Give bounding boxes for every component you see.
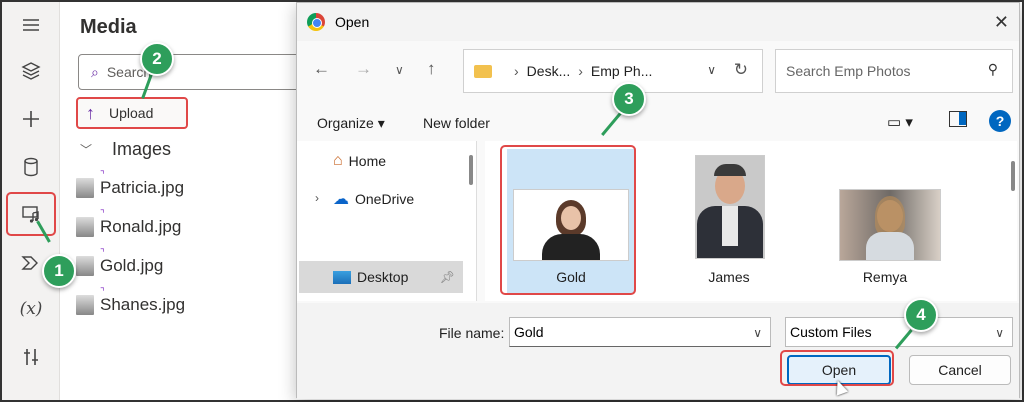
refresh-icon[interactable]: ↻ xyxy=(734,60,748,80)
file-tile-james[interactable]: James xyxy=(665,149,793,293)
help-icon[interactable]: ? xyxy=(989,110,1011,132)
nav-item-label: OneDrive xyxy=(355,191,415,207)
nav-item-desktop[interactable]: Desktop 📌︎ xyxy=(299,261,463,293)
media-file-item[interactable]: ⌝ Patricia.jpg xyxy=(76,170,185,202)
step-badge-2: 2 xyxy=(140,42,174,76)
file-name-value: Gold xyxy=(514,324,544,340)
tools-icon[interactable] xyxy=(16,342,46,372)
breadcrumb-desktop[interactable]: Desk... xyxy=(527,63,571,79)
upload-label: Upload xyxy=(109,105,154,121)
file-name-label: File name: xyxy=(439,325,505,341)
step-badge-1: 1 xyxy=(42,254,76,288)
file-tile-remya[interactable]: Remya xyxy=(821,149,949,293)
step-badge-3: 3 xyxy=(612,82,646,116)
nav-item-label: Home xyxy=(348,153,387,169)
upload-button[interactable]: ↑ Upload xyxy=(76,97,188,129)
new-sparkle-icon: ⌝ xyxy=(100,287,105,298)
file-name: Ronald.jpg xyxy=(100,217,182,236)
file-name-input[interactable]: Gold ∨ xyxy=(509,317,771,347)
file-type-value: Custom Files xyxy=(790,324,872,340)
organize-label: Organize xyxy=(317,115,374,131)
photo-thumbnail xyxy=(695,155,765,259)
breadcrumb-separator-icon: › xyxy=(578,63,583,79)
expand-chevron-icon[interactable]: › xyxy=(315,191,319,205)
chevron-down-icon: ﹀ xyxy=(80,143,93,157)
pin-icon: 📌︎ xyxy=(439,270,455,284)
chevron-down-icon[interactable]: ∨ xyxy=(995,326,1004,340)
step-badge-4: 4 xyxy=(904,298,938,332)
new-sparkle-icon: ⌝ xyxy=(100,170,105,181)
images-section-header[interactable]: ﹀ Images xyxy=(80,139,171,160)
media-pane: Media ⌕ Search ↑ Upload ﹀ Images ⌝ Patri… xyxy=(60,2,308,400)
file-tile-name: James xyxy=(708,269,750,285)
media-title: Media xyxy=(80,16,137,38)
media-file-item[interactable]: ⌝ Ronald.jpg xyxy=(76,209,182,241)
file-thumbnail-icon xyxy=(76,178,94,198)
organize-menu[interactable]: Organize ▾ xyxy=(317,115,385,132)
media-icon-highlight xyxy=(6,192,56,236)
dialog-title: Open xyxy=(335,14,370,30)
dialog-search-placeholder: Search Emp Photos xyxy=(786,63,911,79)
cancel-button[interactable]: Cancel xyxy=(909,355,1011,385)
breadcrumb-separator-icon: › xyxy=(514,63,519,79)
database-icon[interactable] xyxy=(16,152,46,182)
search-icon: ⚲ xyxy=(987,61,998,77)
dialog-toolbar: Organize ▾ New folder ▭ ▾ ? xyxy=(297,107,1019,139)
images-header-label: Images xyxy=(112,139,172,159)
left-rail: (x) xyxy=(2,2,60,400)
media-file-item[interactable]: ⌝ Gold.jpg xyxy=(76,248,164,280)
search-icon: ⌕ xyxy=(91,63,99,80)
photo-thumbnail xyxy=(839,189,941,261)
breadcrumb-emp-photos[interactable]: Emp Ph... xyxy=(591,63,652,79)
chrome-logo-icon xyxy=(307,13,325,31)
file-thumbnail-icon xyxy=(76,256,94,276)
file-thumbnail-icon xyxy=(76,217,94,237)
file-name: Shanes.jpg xyxy=(100,295,186,314)
up-arrow-icon[interactable]: ↑ xyxy=(427,59,436,79)
file-tile-name: Remya xyxy=(862,269,908,285)
upload-arrow-icon: ↑ xyxy=(86,102,95,123)
dialog-titlebar: Open xyxy=(297,3,1019,41)
gold-tile-highlight xyxy=(500,145,636,295)
close-icon[interactable]: ✕ xyxy=(994,12,1009,33)
media-search-input[interactable]: ⌕ Search xyxy=(78,54,308,90)
file-thumbnail-icon xyxy=(76,295,94,315)
navigation-row: ← → ∨ ↑ › Desk... › Emp Ph... ∨ ↻ Search… xyxy=(297,49,1019,93)
layers-icon[interactable] xyxy=(16,56,46,86)
chevron-down-icon[interactable]: ∨ xyxy=(753,326,762,340)
preview-pane-icon[interactable] xyxy=(949,111,967,130)
variables-label: (x) xyxy=(19,299,43,319)
nav-item-label: Desktop xyxy=(357,269,409,285)
home-icon: ⌂ xyxy=(333,152,343,169)
media-file-item[interactable]: ⌝ Shanes.jpg xyxy=(76,287,186,319)
navigation-pane: ⌂ Home › ☁ OneDrive Desktop 📌︎ xyxy=(297,141,477,301)
variables-icon[interactable]: (x) xyxy=(16,294,46,324)
new-folder-button[interactable]: New folder xyxy=(423,115,490,131)
file-list-scrollbar[interactable] xyxy=(1011,161,1015,191)
view-options-icon[interactable]: ▭ ▾ xyxy=(887,113,913,131)
recent-locations-chevron-icon[interactable]: ∨ xyxy=(395,63,404,77)
open-file-dialog: Open ✕ ← → ∨ ↑ › Desk... › Emp Ph... ∨ ↻… xyxy=(296,2,1020,399)
cloud-icon: ☁ xyxy=(333,191,349,208)
file-name: Gold.jpg xyxy=(100,256,164,275)
address-dropdown-icon[interactable]: ∨ xyxy=(707,63,716,77)
folder-icon xyxy=(474,64,492,78)
nav-scrollbar[interactable] xyxy=(469,155,473,185)
back-arrow-icon[interactable]: ← xyxy=(313,59,330,79)
file-name: Patricia.jpg xyxy=(100,178,185,197)
desktop-icon xyxy=(333,270,351,284)
nav-item-onedrive[interactable]: ☁ OneDrive xyxy=(333,183,414,215)
hamburger-icon[interactable] xyxy=(16,10,46,40)
nav-item-home[interactable]: ⌂ Home xyxy=(333,145,386,177)
address-bar[interactable]: › Desk... › Emp Ph... ∨ ↻ xyxy=(463,49,763,93)
new-sparkle-icon: ⌝ xyxy=(100,209,105,220)
plus-icon[interactable] xyxy=(16,104,46,134)
forward-arrow-icon[interactable]: → xyxy=(355,59,372,79)
dialog-search-input[interactable]: Search Emp Photos ⚲ xyxy=(775,49,1013,93)
new-sparkle-icon: ⌝ xyxy=(100,248,105,259)
